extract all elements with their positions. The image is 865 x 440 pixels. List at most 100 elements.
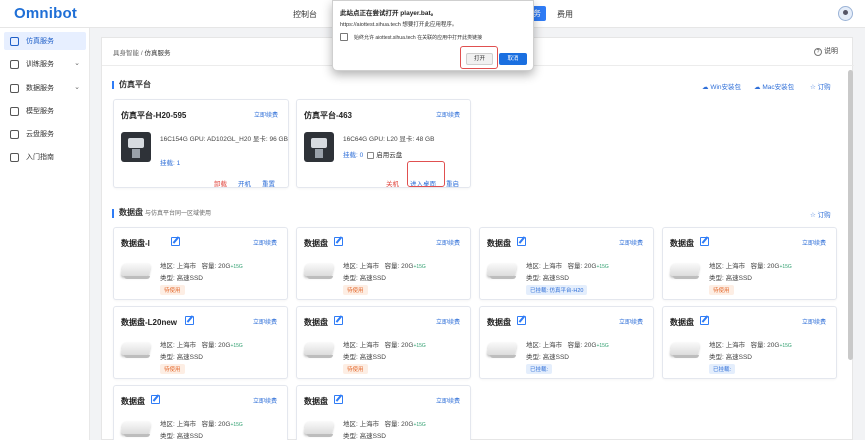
disk-card: 数据盘 立即续费地区: 上海市 容量: 20G+15G 类型: 高速SSD 待使用 bbox=[662, 227, 837, 300]
reset-button[interactable]: 重置 bbox=[262, 178, 275, 188]
renew-button[interactable]: 立即续费 bbox=[619, 317, 643, 326]
mac-installer-link[interactable]: ☁ Mac安装包 bbox=[754, 81, 794, 91]
disk-capacity: 容量: 20G bbox=[201, 342, 231, 349]
disk-type: 类型: 高速SSD bbox=[343, 354, 386, 361]
edit-icon[interactable] bbox=[700, 237, 709, 246]
unmount-button[interactable]: 卸载 bbox=[214, 178, 227, 188]
sidebar-item-simulation[interactable]: 仿真服务 bbox=[4, 32, 86, 50]
always-allow-checkbox[interactable] bbox=[340, 33, 348, 41]
help-button[interactable]: ? 说明 bbox=[814, 46, 838, 56]
renew-button[interactable]: 立即续费 bbox=[436, 317, 460, 326]
shutdown-button[interactable]: 关机 bbox=[386, 178, 399, 188]
mount-count[interactable]: 挂载: 1 bbox=[160, 157, 180, 167]
disk-capacity: 容量: 20G bbox=[384, 342, 414, 349]
edit-icon[interactable] bbox=[700, 316, 709, 325]
disk-card: 数据盘-l 立即续费 地区: 上海市 容量: 20G+15G 类型: 高速SSD 待使用 bbox=[113, 227, 288, 300]
sidebar-item-label: 云盘服务 bbox=[26, 131, 54, 138]
status-badge: 待使用 bbox=[343, 285, 368, 295]
sidebar-item-model[interactable]: 模型服务 bbox=[4, 102, 86, 120]
breadcrumb-root[interactable]: 具身智能 bbox=[113, 50, 139, 57]
platform-card: 仿真平台-463 立即续费 16C64G GPU: L20 显卡: 48 GB … bbox=[296, 99, 471, 188]
disk-capacity: 容量: 20G bbox=[201, 421, 231, 428]
edit-icon[interactable] bbox=[185, 316, 194, 325]
dialog-message: https://aiottest.sihua.tech 想要打开此应用程序。 bbox=[340, 22, 458, 28]
edit-icon[interactable] bbox=[334, 316, 343, 325]
disk-type: 类型: 高速SSD bbox=[526, 275, 569, 282]
order-label: 订购 bbox=[817, 84, 831, 91]
disk-card: 数据盘 立即续费 地区: 上海市 容量: 20G+15G 类型: 高速SSD 已挂载: bbox=[662, 306, 837, 379]
edit-icon[interactable] bbox=[334, 395, 343, 404]
status-badge: 待使用 bbox=[343, 364, 368, 374]
main-panel: 具身智能 / 仿真服务 ? 说明 仿真平台 ☁ Win安装包 ☁ Mac安装包 ☆… bbox=[101, 37, 854, 440]
status-badge: 待使用 bbox=[160, 285, 185, 295]
sidebar-item-data[interactable]: 数据服务 ⌄ bbox=[4, 79, 86, 97]
renew-button[interactable]: 立即续费 bbox=[253, 238, 277, 247]
sidebar-item-cloud-disk[interactable]: 云盘服务 bbox=[4, 125, 86, 143]
edit-icon[interactable] bbox=[517, 237, 526, 246]
cancel-button[interactable]: 取消 bbox=[499, 53, 527, 65]
edit-icon[interactable] bbox=[171, 237, 180, 246]
disk-region: 地区: 上海市 bbox=[526, 342, 563, 349]
disk-card: 数据盘-L20new 立即续费 地区: 上海市 容量: 20G+15G 类型: 高速S… bbox=[113, 306, 288, 379]
restart-button[interactable]: 重启 bbox=[446, 178, 459, 188]
renew-button[interactable]: 立即续费 bbox=[802, 317, 826, 326]
logo[interactable]: Omnibot bbox=[14, 5, 77, 22]
disk-capacity: 容量: 20G bbox=[384, 263, 414, 270]
disk-title: 数据盘 bbox=[304, 397, 328, 406]
disk-capacity-extra: +15G bbox=[413, 343, 426, 349]
model-icon bbox=[10, 106, 19, 116]
status-badge: 待使用 bbox=[709, 285, 734, 295]
renew-button[interactable]: 立即续费 bbox=[253, 396, 277, 405]
section-title-platform: 仿真平台 bbox=[112, 81, 151, 89]
nav-billing[interactable]: 费用 bbox=[557, 9, 573, 20]
win-installer-link[interactable]: ☁ Win安装包 bbox=[702, 81, 741, 91]
dialog-title: 此站点正在尝试打开 player.bat。 bbox=[340, 10, 438, 17]
win-installer-label: Win安装包 bbox=[710, 84, 742, 91]
status-badge: 已挂载: 仿真平台-H20 bbox=[526, 285, 588, 295]
enable-cloud-disk-checkbox[interactable] bbox=[367, 151, 375, 159]
renew-button[interactable]: 立即续费 bbox=[436, 238, 460, 247]
platform-title: 仿真平台-H20-595 bbox=[121, 111, 187, 120]
renew-button[interactable]: 立即续费 bbox=[436, 396, 460, 405]
power-on-button[interactable]: 开机 bbox=[238, 178, 251, 188]
disk-title: 数据盘-L20new bbox=[121, 318, 178, 327]
always-allow-label: 始终允许 aiottest.sihua.tech 在关联的应用中打开此类链接 bbox=[354, 35, 483, 41]
avatar[interactable] bbox=[838, 6, 853, 21]
disk-drive-icon bbox=[303, 261, 335, 281]
disk-spec-row: 地区: 上海市 容量: 20G+15G bbox=[343, 260, 426, 270]
renew-button[interactable]: 立即续费 bbox=[802, 238, 826, 247]
disk-type: 类型: 高速SSD bbox=[343, 275, 386, 282]
scrollbar[interactable] bbox=[848, 70, 853, 360]
disk-capacity-extra: +15G bbox=[230, 264, 243, 270]
disk-capacity: 容量: 20G bbox=[384, 421, 414, 428]
renew-button[interactable]: 立即续费 bbox=[253, 317, 277, 326]
disk-order-link[interactable]: ☆ 订购 bbox=[810, 209, 831, 219]
disk-capacity-extra: +15G bbox=[596, 343, 609, 349]
disk-region: 地区: 上海市 bbox=[343, 421, 380, 428]
disk-title: 数据盘 bbox=[670, 318, 694, 327]
status-badge: 待使用 bbox=[160, 364, 185, 374]
sidebar-item-guide[interactable]: 入门指南 bbox=[4, 148, 86, 166]
edit-icon[interactable] bbox=[517, 316, 526, 325]
disk-type: 类型: 高速SSD bbox=[709, 354, 752, 361]
disk-title: 数据盘 bbox=[670, 239, 694, 248]
disk-section-title: 数据盘 bbox=[119, 208, 143, 217]
mount-count[interactable]: 挂载: 0 bbox=[343, 152, 363, 159]
edit-icon[interactable] bbox=[334, 237, 343, 246]
renew-button[interactable]: 立即续费 bbox=[619, 238, 643, 247]
disk-drive-icon bbox=[120, 419, 152, 439]
mac-installer-label: Mac安装包 bbox=[762, 84, 795, 91]
disk-spec-row: 地区: 上海市 容量: 20G+15G bbox=[709, 260, 792, 270]
disk-type: 类型: 高速SSD bbox=[160, 433, 203, 440]
disk-type: 类型: 高速SSD bbox=[709, 275, 752, 282]
highlight-box bbox=[460, 46, 498, 69]
order-link[interactable]: ☆ 订购 bbox=[810, 81, 831, 91]
edit-icon[interactable] bbox=[151, 395, 160, 404]
sidebar-item-training[interactable]: 训练服务 ⌄ bbox=[4, 55, 86, 73]
nav-console[interactable]: 控制台 bbox=[293, 9, 317, 20]
sidebar-item-label: 模型服务 bbox=[26, 108, 54, 115]
renew-button[interactable]: 立即续费 bbox=[254, 110, 278, 119]
data-icon bbox=[10, 83, 19, 93]
guide-icon bbox=[10, 152, 19, 162]
renew-button[interactable]: 立即续费 bbox=[436, 110, 460, 119]
